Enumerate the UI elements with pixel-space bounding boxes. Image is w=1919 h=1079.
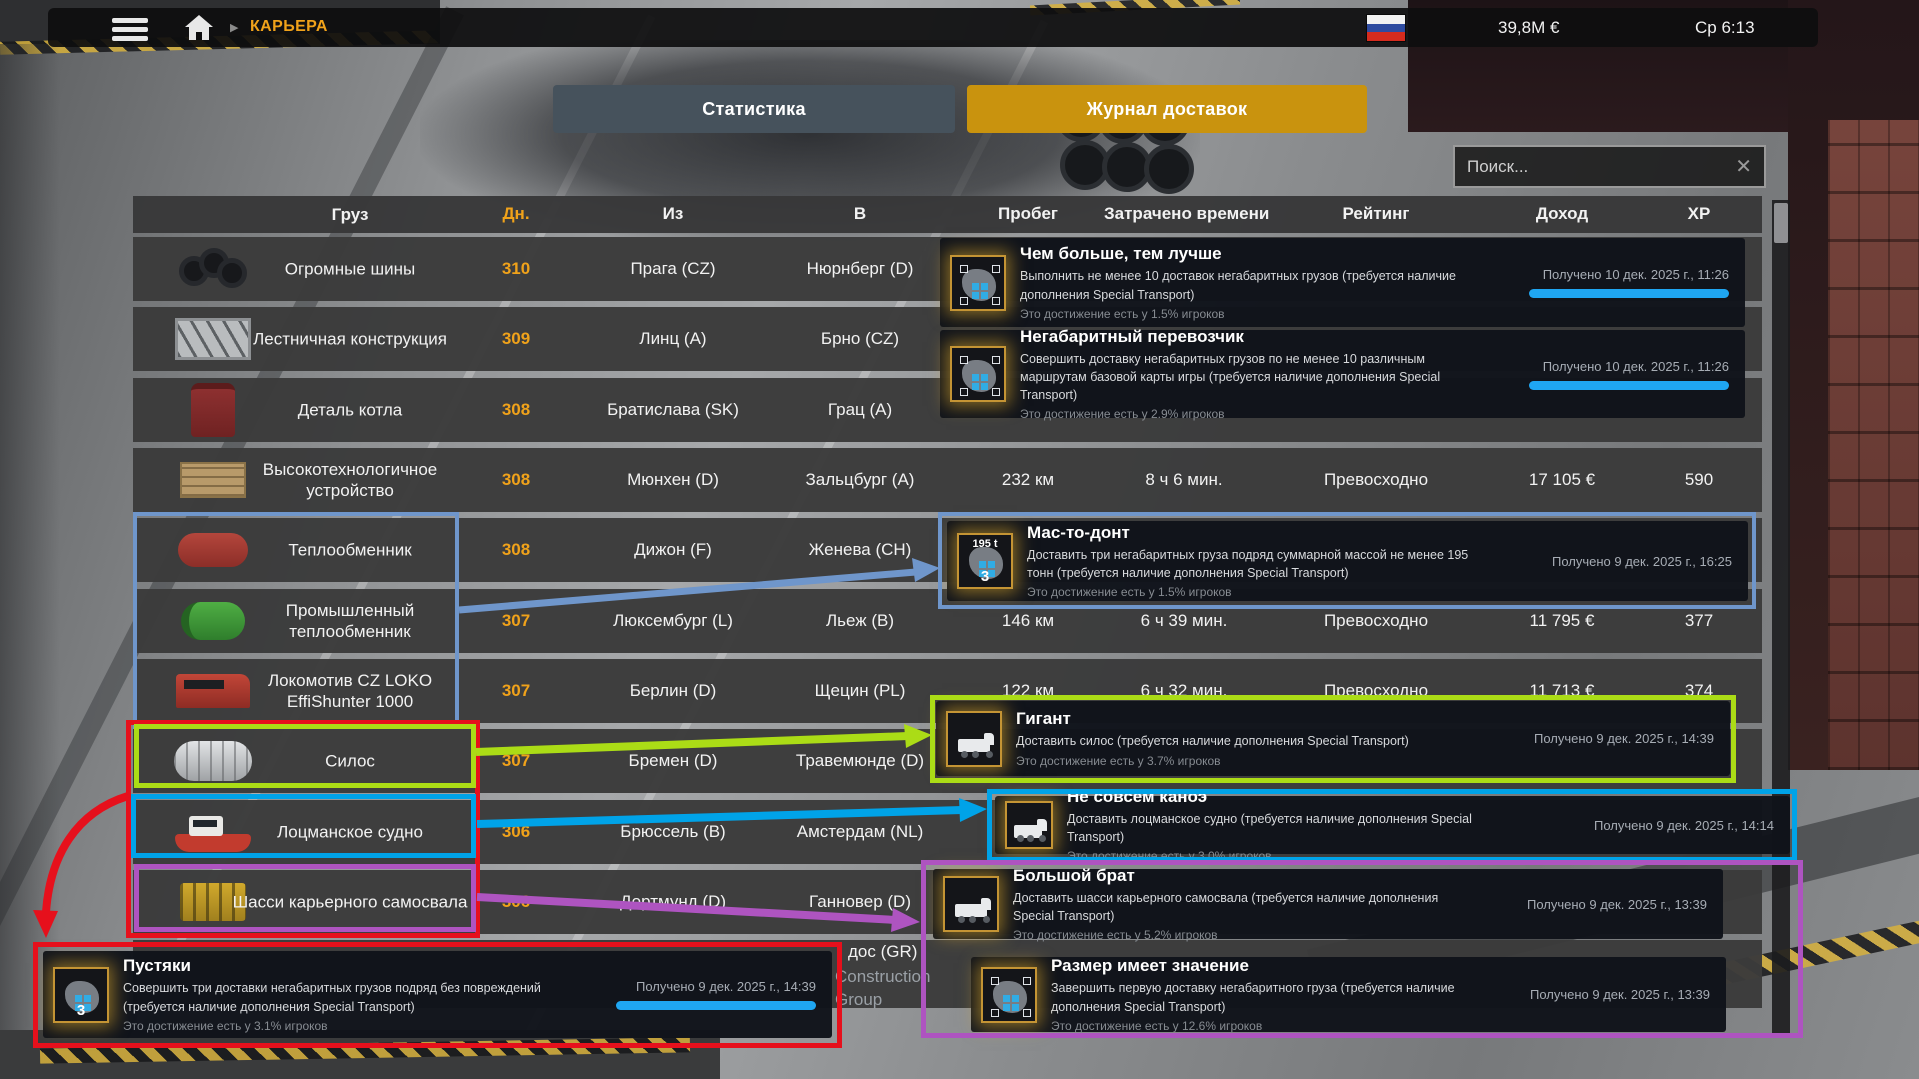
achievement-rarity: Это достижение есть у 5.2% игроков xyxy=(1013,928,1218,943)
map-achievement-icon: 195 t 3 xyxy=(957,533,1013,589)
warehouse-wall-right xyxy=(1788,0,1919,770)
header-days[interactable]: Дн. xyxy=(476,204,556,224)
partial-destination: дос (GR) xyxy=(848,942,918,961)
tab-delivery-log-label: Журнал доставок xyxy=(1086,98,1248,119)
achievement-date: Получено 10 дек. 2025 г., 11:26 xyxy=(1542,267,1729,282)
achievement-title: Гигант xyxy=(1016,709,1071,729)
achievement-popup: Большой брат Доставить шасси карьерного … xyxy=(933,865,1723,943)
achievement-description: Совершить доставку негабаритных грузов п… xyxy=(1020,351,1441,403)
achievement-icon-label: 3 xyxy=(76,1001,86,1019)
tab-statistics[interactable]: Статистика xyxy=(553,85,955,133)
money-balance: 39,8M € xyxy=(1498,18,1560,37)
achievement-date: Получено 9 дек. 2025 г., 13:39 xyxy=(1526,896,1707,912)
header-income[interactable]: Доход xyxy=(1482,204,1642,224)
partial-company: Construction Group xyxy=(835,967,931,1009)
tab-statistics-label: Статистика xyxy=(702,98,806,119)
achievement-rarity: Это достижение есть у 3.7% игроков xyxy=(1016,753,1221,768)
hazard-stripe xyxy=(39,1037,691,1064)
achievement-popup: Размер имеет значение Завершить первую д… xyxy=(971,956,1726,1033)
achievement-description: Совершить три доставки негабаритных груз… xyxy=(123,981,541,1014)
achievement-rarity: Это достижение есть у 3.0% игроков xyxy=(1067,849,1272,864)
home-icon[interactable] xyxy=(184,15,214,41)
game-screen: ▶ КАРЬЕРА 39,8M € Ср 6:13 Статистика Жур… xyxy=(0,0,1919,1079)
achievement-title: Не совсем каноэ xyxy=(1067,786,1208,806)
scrollbar-track[interactable] xyxy=(1772,200,1790,1038)
map-achievement-icon: 3 xyxy=(53,966,109,1023)
russia-flag-icon xyxy=(1366,14,1406,42)
map-achievement-icon xyxy=(981,966,1037,1023)
achievement-popup: 3 Пустяки Совершить три доставки негабар… xyxy=(43,951,832,1038)
header-distance[interactable]: Пробег xyxy=(948,204,1108,224)
red-arrow-curve xyxy=(42,792,130,913)
achievement-title: Размер имеет значение xyxy=(1051,956,1249,976)
header-time-spent[interactable]: Затрачено времени xyxy=(1104,204,1269,224)
search-placeholder: Поиск... xyxy=(1467,156,1529,176)
game-time: Ср 6:13 xyxy=(1695,18,1755,37)
header-cargo: Груз xyxy=(331,205,369,224)
achievement-rarity: Это достижение есть у 1.5% игроков xyxy=(1027,585,1232,600)
achievement-date: Получено 10 дек. 2025 г., 11:26 xyxy=(1542,358,1729,374)
achievement-title: Чем больше, тем лучше xyxy=(1020,244,1222,264)
header-xp[interactable]: XP xyxy=(1649,204,1749,224)
clear-search-icon[interactable]: ✕ xyxy=(1735,157,1752,177)
truck-achievement-icon xyxy=(943,876,999,932)
achievement-rarity: Это достижение есть у 2.9% игроков xyxy=(1020,407,1225,422)
breadcrumb-chevron-icon: ▶ xyxy=(230,22,239,34)
search-input[interactable]: Поиск... ✕ xyxy=(1453,145,1766,188)
achievement-description: Доставить силос (требуется наличие допол… xyxy=(1016,734,1409,749)
scrollbar-thumb[interactable] xyxy=(1774,203,1788,243)
top-bar: ▶ КАРЬЕРА 39,8M € Ср 6:13 xyxy=(48,8,1818,47)
achievement-rarity: Это достижение есть у 12.6% игроков xyxy=(1051,1018,1263,1033)
achievement-popup: 195 t 3 Мас-то-донт Доставить три негаба… xyxy=(947,521,1748,601)
menu-icon[interactable] xyxy=(112,14,148,45)
achievement-description: Доставить лоцманское судно (требуется на… xyxy=(1067,811,1472,844)
table-row: Высокотехнологичное устройство 308 Мюнхен… xyxy=(133,448,1762,512)
achievement-icon-label: 3 xyxy=(980,568,990,585)
progress-bar xyxy=(1529,289,1729,298)
progress-bar xyxy=(616,1001,816,1010)
truck-achievement-icon xyxy=(946,710,1002,767)
header-to[interactable]: В xyxy=(780,204,940,224)
achievement-icon-label: 195 t xyxy=(972,538,998,550)
achievement-description: Выполнить не менее 10 доставок негабарит… xyxy=(1020,269,1456,302)
tab-delivery-log[interactable]: Журнал доставок xyxy=(967,85,1367,133)
achievement-title: Мас-то-донт xyxy=(1027,522,1130,542)
header-rating[interactable]: Рейтинг xyxy=(1296,204,1456,224)
achievement-popup: Не совсем каноэ Доставить лоцманское суд… xyxy=(995,787,1790,863)
red-arrow-head xyxy=(33,910,58,938)
achievement-date: Получено 9 дек. 2025 г., 13:39 xyxy=(1529,987,1710,1002)
achievement-date: Получено 9 дек. 2025 г., 14:14 xyxy=(1593,817,1774,833)
achievement-description: Доставить три негабаритных груза подряд … xyxy=(1027,547,1469,580)
progress-bar xyxy=(1529,380,1729,390)
map-achievement-icon xyxy=(950,254,1006,311)
truck-achievement-icon xyxy=(1005,801,1053,849)
achievement-date: Получено 9 дек. 2025 г., 16:25 xyxy=(1551,553,1732,569)
floor-shadow-left xyxy=(0,44,60,1079)
achievement-rarity: Это достижение есть у 3.1% игроков xyxy=(123,1018,328,1033)
achievement-title: Большой брат xyxy=(1013,865,1135,885)
achievement-popup: Негабаритный перевозчик Совершить достав… xyxy=(940,326,1745,422)
red-shelving xyxy=(1828,120,1919,770)
achievement-title: Пустяки xyxy=(123,956,191,976)
breadcrumb[interactable]: КАРЬЕРА xyxy=(250,18,328,36)
table-header: Груз Дн. Из В Пробег Затрачено времени Р… xyxy=(133,196,1762,233)
achievement-rarity: Это достижение есть у 1.5% игроков xyxy=(1020,306,1225,321)
map-achievement-icon xyxy=(950,346,1006,402)
achievement-title: Негабаритный перевозчик xyxy=(1020,326,1244,346)
achievement-date: Получено 9 дек. 2025 г., 14:39 xyxy=(1533,731,1714,746)
achievement-popup: Гигант Доставить силос (требуется наличи… xyxy=(936,701,1730,776)
achievement-description: Доставить шасси карьерного самосвала (тр… xyxy=(1013,890,1439,923)
header-from[interactable]: Из xyxy=(593,204,753,224)
achievement-date: Получено 9 дек. 2025 г., 14:39 xyxy=(635,979,816,994)
achievement-description: Завершить первую доставку негабаритного … xyxy=(1051,981,1455,1014)
achievement-popup: Чем больше, тем лучше Выполнить не менее… xyxy=(940,238,1745,327)
